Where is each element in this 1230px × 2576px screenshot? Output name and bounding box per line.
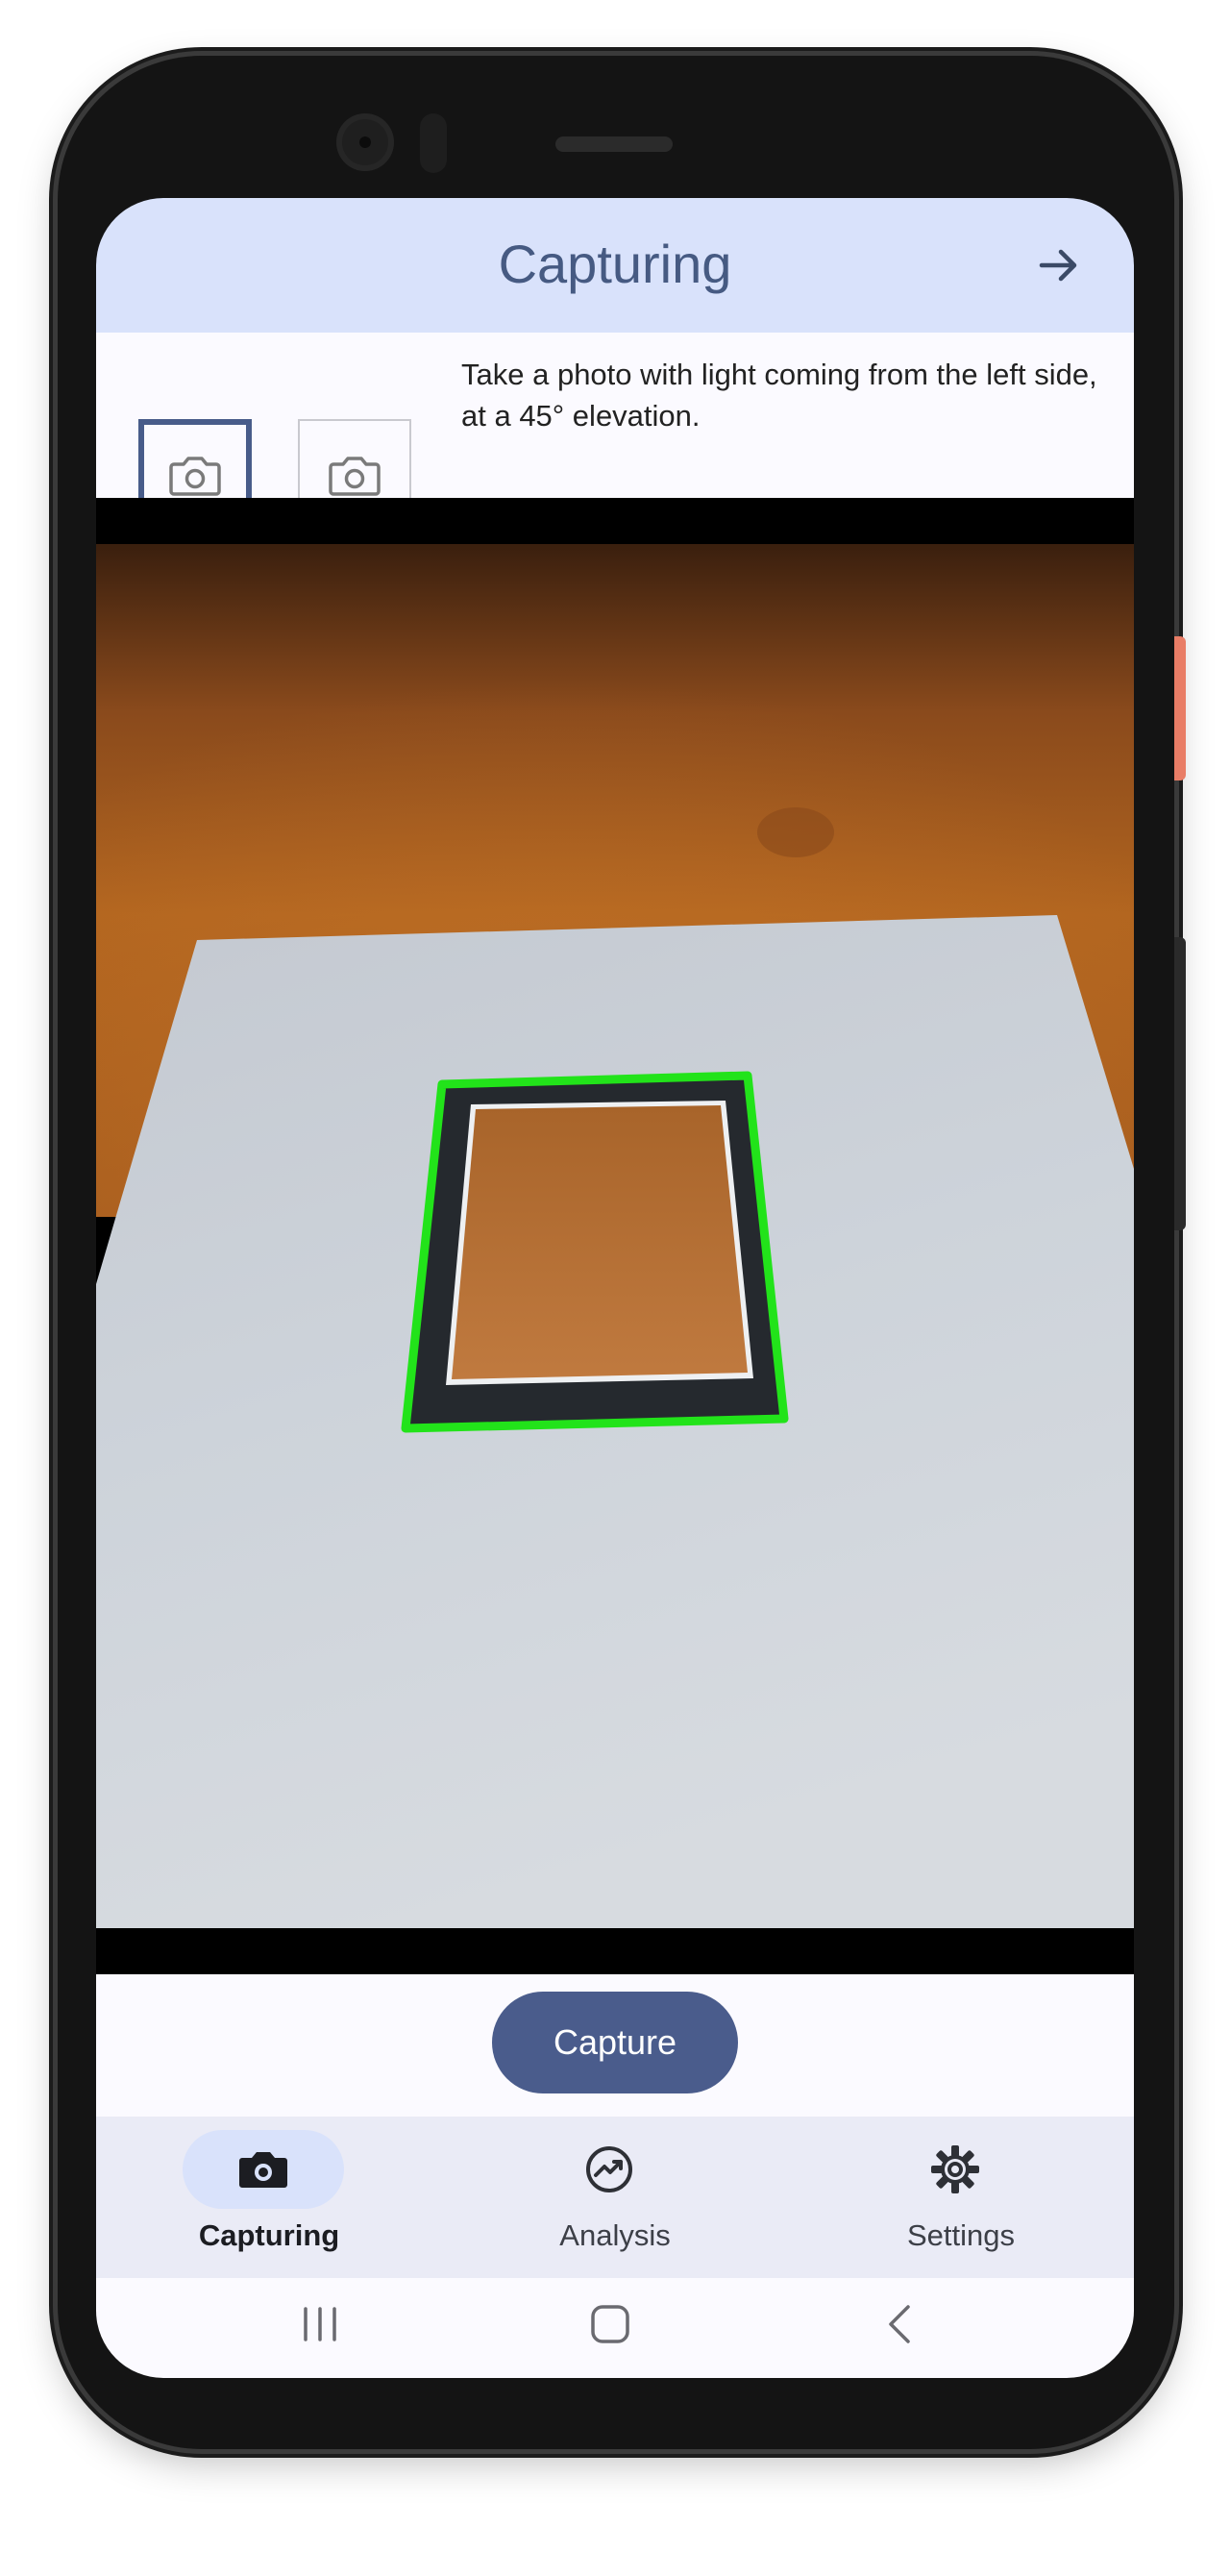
back-icon xyxy=(889,2305,910,2343)
capture-button[interactable]: Capture xyxy=(492,1992,738,2093)
nav-active-indicator xyxy=(183,2130,344,2209)
instruction-text: Take a photo with light coming from the … xyxy=(461,358,1097,433)
nav-label-settings: Settings xyxy=(906,2218,1015,2252)
app-screen: Capturing Take a photo with light coming… xyxy=(96,198,1134,2378)
nav-item-analysis[interactable]: Analysis xyxy=(442,2117,788,2278)
nav-item-capturing[interactable]: Capturing xyxy=(96,2117,442,2278)
nav-icon-container xyxy=(529,2130,690,2209)
volume-button xyxy=(1174,937,1186,1230)
earpiece-speaker xyxy=(555,136,673,152)
arrow-right-icon xyxy=(1039,249,1077,282)
recents-icon xyxy=(304,2307,336,2341)
gear-icon xyxy=(931,2145,979,2193)
nav-label-analysis: Analysis xyxy=(559,2218,671,2252)
power-button xyxy=(1174,636,1186,780)
home-button[interactable] xyxy=(567,2293,653,2355)
camera-preview-container xyxy=(96,498,1134,1974)
back-button[interactable] xyxy=(857,2293,944,2355)
home-icon xyxy=(591,2305,629,2343)
camera-icon xyxy=(239,2152,287,2188)
top-app-bar: Capturing xyxy=(96,198,1134,333)
nav-label-capturing: Capturing xyxy=(198,2218,340,2252)
camera-outline-icon xyxy=(169,457,221,496)
recents-button[interactable] xyxy=(277,2293,363,2355)
next-button[interactable] xyxy=(1021,227,1097,304)
camera-outline-icon xyxy=(329,457,381,496)
front-camera xyxy=(336,113,394,171)
camera-preview[interactable] xyxy=(96,544,1134,1928)
nav-icon-container xyxy=(874,2130,1036,2209)
analysis-icon xyxy=(586,2146,632,2192)
nav-item-settings[interactable]: Settings xyxy=(788,2117,1134,2278)
page-title: Capturing xyxy=(498,234,732,294)
proximity-sensor xyxy=(420,113,447,173)
